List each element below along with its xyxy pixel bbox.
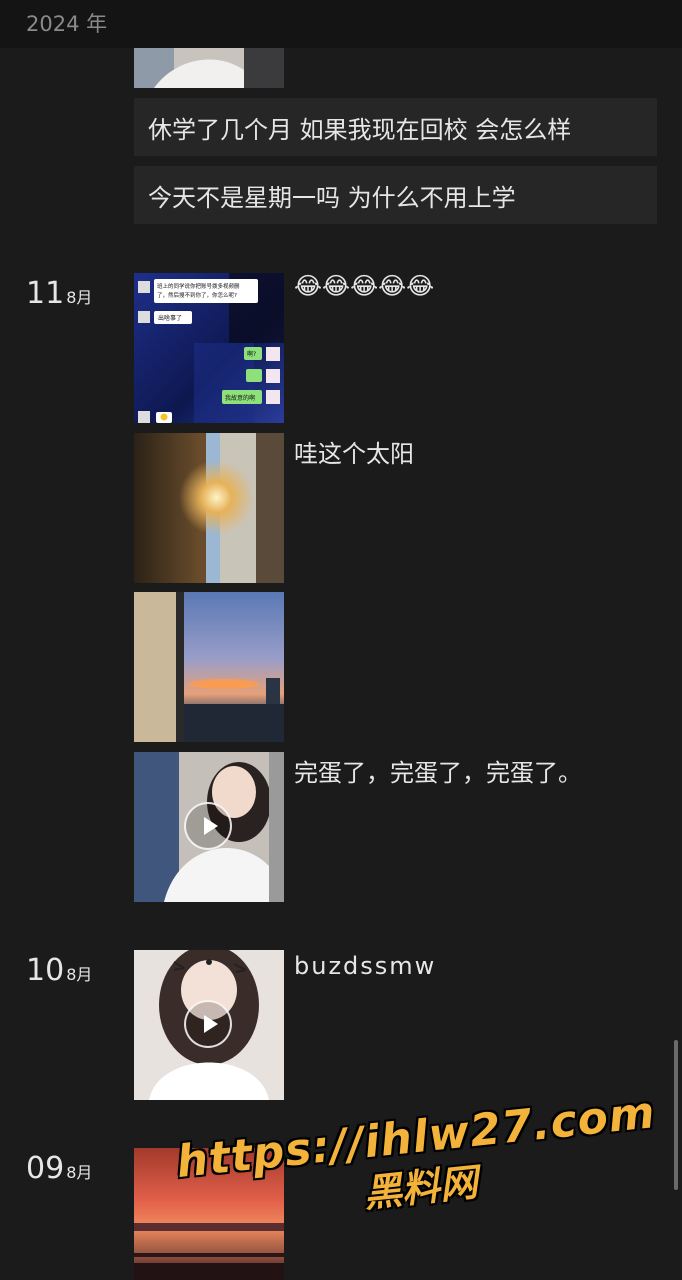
photo-sunset-window	[134, 592, 284, 742]
chat-line-1b: 了，然后搜不到你了，你怎么呢?	[157, 291, 237, 299]
post-video-thumbnail[interactable]	[134, 950, 284, 1100]
text-post-content: 今天不是星期一吗 为什么不用上学	[148, 183, 516, 212]
post-caption: 哇这个太阳	[294, 440, 414, 468]
date-month: 8月	[66, 965, 93, 984]
text-post[interactable]: 休学了几个月 如果我现在回校 会怎么样	[134, 98, 657, 156]
photo-sun-curtain	[134, 433, 284, 583]
date-label: 09 8月	[26, 1151, 92, 1186]
play-icon	[184, 802, 232, 850]
date-day: 09	[26, 1151, 65, 1186]
date-day: 11	[26, 276, 65, 311]
post-thumbnail[interactable]: 班上的同学说你把账号拨多视频删 了，然后搜不到你了，你怎么呢? 出啥事了 啊? …	[134, 273, 284, 423]
chat-screenshot-image: 班上的同学说你把账号拨多视频删 了，然后搜不到你了，你怎么呢? 出啥事了 啊? …	[134, 273, 284, 423]
chat-line-1: 班上的同学说你把账号拨多视频删	[157, 282, 240, 290]
moments-feed: 2024 年 休学了几个月 如果我现在回校 会怎么样 今天不是星期一吗 为什么不…	[0, 0, 682, 1280]
scrollbar[interactable]	[674, 1040, 678, 1190]
text-post[interactable]: 今天不是星期一吗 为什么不用上学	[134, 166, 657, 224]
year-header: 2024 年	[0, 0, 682, 48]
chat-line-3: 啊?	[247, 351, 256, 358]
date-label: 10 8月	[26, 953, 92, 988]
post-thumbnail[interactable]	[134, 433, 284, 583]
chat-line-2: 出啥事了	[158, 314, 182, 322]
play-icon	[184, 1000, 232, 1048]
post-caption: 😂😂😂😂😂	[294, 272, 435, 300]
post-thumbnail[interactable]	[134, 592, 284, 742]
post-video-thumbnail[interactable]	[134, 752, 284, 902]
date-day: 10	[26, 953, 65, 988]
watermark-overlay: https://ihlw27.com 黑料网	[174, 1087, 662, 1237]
date-month: 8月	[66, 288, 93, 307]
post-caption: 完蛋了，完蛋了，完蛋了。	[294, 759, 582, 787]
post-caption: buzdssmw	[294, 952, 437, 980]
date-label: 11 8月	[26, 276, 92, 311]
chat-line-4: 我故意的啊	[225, 394, 255, 402]
year-label: 2024 年	[26, 12, 108, 36]
text-post-content: 休学了几个月 如果我现在回校 会怎么样	[148, 115, 572, 144]
date-month: 8月	[66, 1163, 93, 1182]
